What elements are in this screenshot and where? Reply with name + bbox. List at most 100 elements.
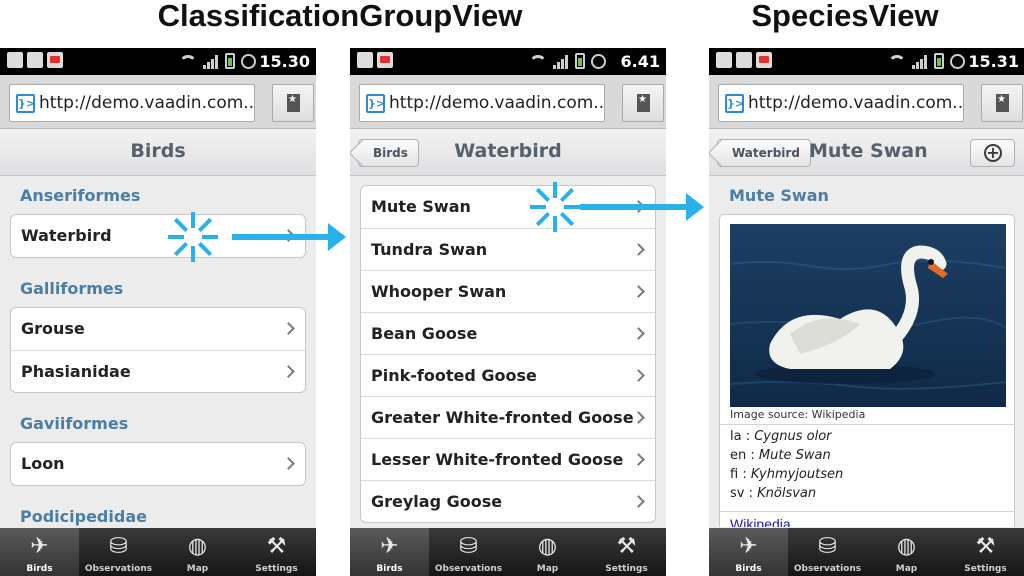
signal-icon [203, 55, 219, 69]
species-name: Cygnus olor [754, 429, 832, 444]
bookmark-button[interactable] [622, 84, 664, 122]
section-title-podicipedidae: Podicipedidae [20, 507, 147, 526]
list-item-bean-goose[interactable]: Bean Goose [361, 312, 655, 354]
tab-label: Birds [26, 564, 53, 574]
url-field[interactable]: }> http://demo.vaadin.com... [9, 84, 255, 122]
browser-url-bar: }> http://demo.vaadin.com... [0, 75, 316, 129]
list-item-label: Tundra Swan [371, 240, 488, 259]
species-list: Mute Swan Tundra Swan Whooper Swan Bean … [350, 176, 666, 527]
tab-label: Settings [605, 564, 648, 574]
list-item-tundra-swan[interactable]: Tundra Swan [361, 228, 655, 270]
tab-label: Observations [84, 564, 153, 574]
list-item-label: Pink-footed Goose [371, 366, 537, 385]
group-list: Anseriformes Waterbird Galliformes Grous… [0, 176, 316, 527]
navigation-bar: Birds [0, 129, 316, 176]
transition-arrow-icon [232, 223, 346, 251]
page-title: Waterbird [454, 140, 562, 162]
phone-classification-group-view: 15.30 }> http://demo.vaadin.com... Birds… [0, 48, 316, 576]
url-text: http://demo.vaadin.com... [748, 93, 964, 113]
list-item-loon[interactable]: Loon [11, 443, 305, 485]
tab-label: Observations [793, 564, 862, 574]
list-item-label: Loon [21, 454, 65, 473]
species-name: Knölsvan [757, 486, 817, 501]
url-text: http://demo.vaadin.com... [39, 93, 255, 113]
alarm-icon [950, 54, 965, 69]
chevron-right-icon [282, 365, 295, 378]
tab-label: Map [536, 564, 559, 574]
battery-icon [225, 53, 235, 69]
lang-code: fi [730, 467, 739, 482]
list-item-grouse[interactable]: Grouse [11, 308, 305, 350]
wikipedia-link[interactable]: Wikipedia [720, 511, 1014, 527]
list-item-whooper-swan[interactable]: Whooper Swan [361, 270, 655, 312]
globe-icon: ◍ [187, 534, 208, 559]
tab-bar: ✈ Birds ⛁ Observations ◍ Map ⚒ Settings [350, 528, 666, 576]
url-field[interactable]: }> http://demo.vaadin.com... [359, 84, 605, 122]
tab-settings[interactable]: ⚒ Settings [946, 528, 1024, 576]
chevron-right-icon [282, 322, 295, 335]
binoculars-icon: ⛁ [818, 534, 837, 559]
list-item-phasianidae[interactable]: Phasianidae [11, 350, 305, 392]
chevron-right-icon [632, 411, 645, 424]
list-item-label: Phasianidae [21, 362, 131, 381]
back-button[interactable]: Waterbird [717, 139, 811, 167]
page-title: Birds [130, 140, 186, 162]
tab-label: Birds [376, 564, 403, 574]
chevron-right-icon [632, 453, 645, 466]
tab-observations[interactable]: ⛁ Observations [79, 528, 158, 576]
list-item-greylag-goose[interactable]: Greylag Goose [361, 480, 655, 522]
list-item-label: Greater White-fronted Goose [371, 408, 634, 427]
tab-map[interactable]: ◍ Map [158, 528, 237, 576]
tab-settings[interactable]: ⚒ Settings [237, 528, 316, 576]
tab-label: Birds [735, 564, 762, 574]
status-bar: 6.41 [350, 48, 666, 75]
tap-indicator-icon [530, 182, 580, 232]
mail-icon [357, 52, 373, 68]
list-item-greater-white-fronted-goose[interactable]: Greater White-fronted Goose [361, 396, 655, 438]
tab-observations[interactable]: ⛁ Observations [429, 528, 508, 576]
notification-icon [47, 52, 63, 68]
bookmark-button[interactable] [981, 84, 1023, 122]
tab-birds[interactable]: ✈ Birds [0, 528, 79, 576]
tab-observations[interactable]: ⛁ Observations [788, 528, 867, 576]
name-row-fi: fi : Kyhmyjoutsen [730, 467, 844, 482]
bird-icon: ✈ [380, 534, 399, 559]
tap-indicator-icon [168, 212, 218, 262]
browser-url-bar: }> http://demo.vaadin.com... [709, 75, 1024, 129]
chevron-right-icon [632, 495, 645, 508]
list-item-lesser-white-fronted-goose[interactable]: Lesser White-fronted Goose [361, 438, 655, 480]
tab-label: Map [186, 564, 209, 574]
section-title-anseriformes: Anseriformes [20, 186, 141, 205]
chevron-right-icon [632, 327, 645, 340]
alarm-icon [591, 54, 606, 69]
tab-bar: ✈ Birds ⛁ Observations ◍ Map ⚒ Settings [0, 528, 316, 576]
chevron-right-icon [632, 369, 645, 382]
section-title-galliformes: Galliformes [20, 279, 124, 298]
url-field[interactable]: }> http://demo.vaadin.com... [718, 84, 964, 122]
vaadin-favicon-icon: }> [366, 93, 385, 113]
list-item-label: Waterbird [21, 226, 112, 245]
tools-icon: ⚒ [975, 534, 996, 559]
status-time: 15.31 [968, 52, 1019, 71]
list-item-pink-footed-goose[interactable]: Pink-footed Goose [361, 354, 655, 396]
signal-icon [553, 55, 569, 69]
missed-call-icon [7, 52, 23, 68]
species-card: Image source: Wikipedia la : Cygnus olor… [719, 214, 1015, 527]
bookmark-icon [287, 94, 300, 112]
chevron-right-icon [632, 243, 645, 256]
phone-waterbird-list: 6.41 }> http://demo.vaadin.com... Birds … [350, 48, 666, 576]
add-observation-button[interactable]: + [970, 139, 1015, 167]
tab-settings[interactable]: ⚒ Settings [587, 528, 666, 576]
bookmark-button[interactable] [272, 84, 314, 122]
battery-icon [934, 53, 944, 69]
globe-icon: ◍ [537, 534, 558, 559]
tab-map[interactable]: ◍ Map [867, 528, 946, 576]
tab-birds[interactable]: ✈ Birds [709, 528, 788, 576]
notification-icon [756, 52, 772, 68]
tab-birds[interactable]: ✈ Birds [350, 528, 429, 576]
tab-bar: ✈ Birds ⛁ Observations ◍ Map ⚒ Settings [709, 528, 1024, 576]
tab-map[interactable]: ◍ Map [508, 528, 587, 576]
chevron-right-icon [282, 457, 295, 470]
status-time: 6.41 [620, 52, 660, 71]
mail-icon [736, 52, 752, 68]
